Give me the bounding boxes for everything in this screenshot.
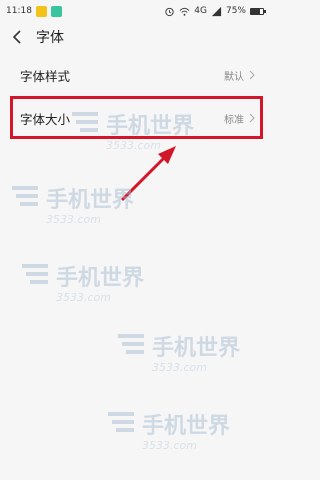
status-right: 4G 75% bbox=[164, 6, 266, 17]
setting-label: 字体大小 bbox=[20, 111, 71, 127]
watermark-logo: 手机世界 3533.com bbox=[72, 112, 194, 152]
watermark-subtext: 3533.com bbox=[56, 291, 111, 304]
watermark-text: 手机世界 bbox=[56, 266, 144, 291]
watermark-text: 手机世界 bbox=[142, 414, 230, 439]
watermark-subtext: 3533.com bbox=[106, 139, 161, 152]
alarm-icon bbox=[165, 7, 174, 16]
watermark-subtext: 3533.com bbox=[152, 361, 207, 374]
watermark-logo: 手机世界 3533.com bbox=[12, 186, 134, 226]
page-title: 字体 bbox=[36, 30, 64, 46]
battery-icon bbox=[250, 7, 266, 15]
battery-level bbox=[251, 8, 260, 14]
setting-value: 默认 bbox=[224, 71, 244, 83]
app-notification-icon-2 bbox=[50, 5, 62, 17]
header: 字体 bbox=[0, 22, 270, 52]
app-notification-icon bbox=[35, 5, 47, 17]
watermark-text: 手机世界 bbox=[46, 188, 134, 213]
watermark-text: 手机世界 bbox=[106, 114, 194, 139]
network-type: 4G bbox=[194, 6, 207, 16]
status-bar: 11:18 4G 75% bbox=[0, 0, 270, 22]
chevron-right-icon bbox=[249, 113, 255, 123]
watermark-logo: 手机世界 3533.com bbox=[22, 264, 144, 304]
status-time: 11:18 bbox=[6, 6, 32, 16]
watermark-logo: 手机世界 3533.com bbox=[108, 412, 230, 452]
chevron-right-icon bbox=[249, 70, 255, 80]
status-left: 11:18 bbox=[6, 5, 62, 17]
watermark-logo: 手机世界 3533.com bbox=[118, 334, 240, 374]
setting-label: 字体样式 bbox=[20, 68, 71, 84]
watermark-subtext: 3533.com bbox=[142, 439, 197, 452]
back-chevron-icon[interactable] bbox=[10, 29, 26, 45]
battery-percent: 75% bbox=[225, 6, 246, 16]
wifi-icon bbox=[179, 7, 190, 16]
watermark-subtext: 3533.com bbox=[46, 213, 101, 226]
signal-icon bbox=[211, 6, 222, 16]
watermark-text: 手机世界 bbox=[152, 336, 240, 361]
setting-row-font-style[interactable]: 字体样式 默认 bbox=[0, 53, 270, 97]
